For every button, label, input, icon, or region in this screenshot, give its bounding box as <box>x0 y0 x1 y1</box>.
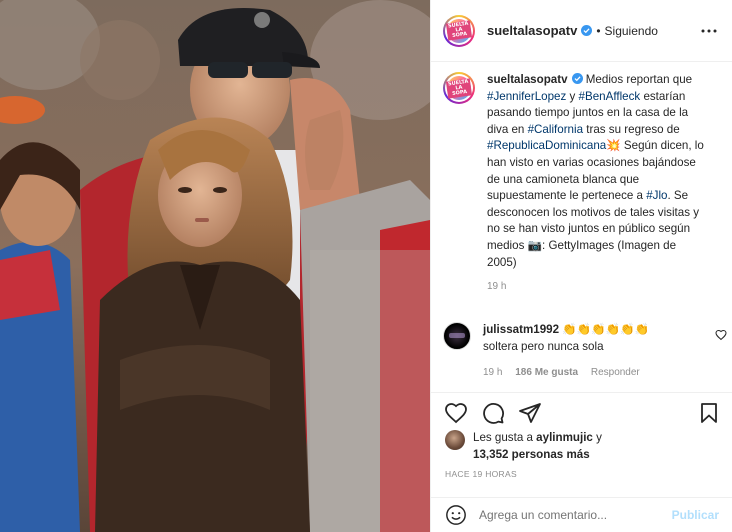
caption-segment: Medios reportan que <box>582 73 693 86</box>
heart-icon[interactable] <box>444 401 468 425</box>
comment-reply-button[interactable]: Responder <box>591 367 640 378</box>
likes-text: Les gusta a aylinmujic y 13,352 personas… <box>473 430 602 463</box>
hashtag-link[interactable]: #JenniferLopez <box>487 90 566 103</box>
hashtag-link[interactable]: #Jlo <box>646 189 667 202</box>
post-sidebar: SUELTA LA SOPA sueltalasopatv • Siguiend… <box>430 0 732 532</box>
comment-username[interactable]: julissatm1992 <box>483 323 559 336</box>
post-modal: SUELTA LA SOPA sueltalasopatv • Siguiend… <box>0 0 732 532</box>
post-header: SUELTA LA SOPA sueltalasopatv • Siguiend… <box>431 0 732 62</box>
comment-likes[interactable]: 186 Me gusta <box>515 367 578 378</box>
verified-badge-icon <box>581 25 593 36</box>
emoji-icon[interactable] <box>445 504 467 526</box>
caption-time[interactable]: 19 h <box>487 279 707 296</box>
header-username[interactable]: sueltalasopatv <box>487 23 577 38</box>
comment-item: julissatm1992 👏👏👏👏👏👏 soltera pero nunca … <box>443 322 727 382</box>
liker-username[interactable]: aylinmujic <box>536 431 593 444</box>
share-icon[interactable] <box>518 401 542 425</box>
comment-avatar[interactable] <box>443 322 471 350</box>
liker-avatar[interactable] <box>445 430 465 450</box>
account-avatar[interactable]: SUELTA LA SOPA <box>443 14 475 47</box>
caption-username[interactable]: sueltalasopatv <box>487 73 568 86</box>
header-separator: • <box>596 23 601 38</box>
add-comment-bar: Publicar <box>431 497 732 532</box>
caption-text: sueltalasopatv Medios reportan que #Jenn… <box>487 72 707 296</box>
likes-count[interactable]: 13,352 personas más <box>473 448 590 461</box>
avatar-logo-text: SUELTA LA SOPA <box>445 77 473 99</box>
verified-badge-icon <box>571 73 583 84</box>
comment-text: julissatm1992 👏👏👏👏👏👏 soltera pero nunca … <box>483 322 688 382</box>
hashtag-link[interactable]: #California <box>528 123 583 136</box>
likes-summary: Les gusta a aylinmujic y 13,352 personas… <box>445 430 725 463</box>
more-options-icon[interactable] <box>700 22 718 40</box>
posted-time[interactable]: HACE 19 HORAS <box>445 469 517 479</box>
caption-segment: y <box>566 89 579 103</box>
action-bar <box>431 392 732 432</box>
comment-icon[interactable] <box>481 401 505 425</box>
hashtag-link[interactable]: #RepublicaDominicana <box>487 139 606 152</box>
hashtag-link[interactable]: #BenAffleck <box>579 90 641 103</box>
caption-segment: tras su regreso de <box>583 122 680 136</box>
comment-meta: 19 h 186 Me gusta Responder <box>483 365 688 382</box>
post-photo[interactable] <box>0 0 430 532</box>
photo-image <box>0 0 430 532</box>
comment-time[interactable]: 19 h <box>483 367 502 378</box>
comment-input[interactable] <box>479 508 669 522</box>
save-icon[interactable] <box>697 401 721 425</box>
following-button[interactable]: Siguiendo <box>605 24 658 38</box>
caption-avatar[interactable]: SUELTA LA SOPA <box>443 72 475 104</box>
comment-body: soltera pero nunca sola <box>483 339 604 353</box>
post-caption: SUELTA LA SOPA sueltalasopatv Medios rep… <box>431 72 732 296</box>
avatar-logo-text: SUELTA LA SOPA <box>445 20 473 41</box>
caption-body: Medios reportan que #JenniferLopez y #Be… <box>487 73 704 269</box>
likes-prefix: Les gusta a <box>473 431 537 444</box>
comment-like-heart-icon[interactable] <box>715 329 727 341</box>
publish-button[interactable]: Publicar <box>672 508 719 522</box>
comment-emojis: 👏👏👏👏👏👏 <box>562 323 649 336</box>
likes-middle: y <box>592 431 602 444</box>
